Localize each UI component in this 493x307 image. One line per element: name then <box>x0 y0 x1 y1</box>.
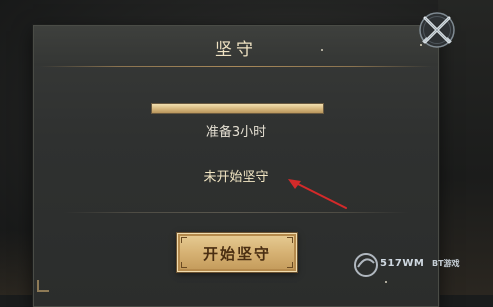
sparkle-decoration <box>321 49 323 51</box>
watermark-main-text: 517WM <box>380 258 425 269</box>
progress-fill <box>152 104 323 113</box>
watermark-side-text: BT游戏 <box>432 259 460 268</box>
dialog-corner-ornament <box>37 280 49 292</box>
title-underline <box>40 66 432 67</box>
divider <box>64 212 408 213</box>
defend-status-text: 未开始坚守 <box>203 170 269 185</box>
dialog-title: 坚守 <box>215 40 257 60</box>
watermark: 517WM BT游戏 <box>352 246 492 290</box>
start-defend-button[interactable]: 开始坚守 <box>177 233 297 272</box>
preparation-time-text: 准备3小时 <box>205 125 267 140</box>
start-defend-button-label: 开始坚守 <box>202 245 271 263</box>
crossed-swords-close-icon[interactable] <box>417 10 457 50</box>
preparation-progress-bar <box>151 103 324 114</box>
